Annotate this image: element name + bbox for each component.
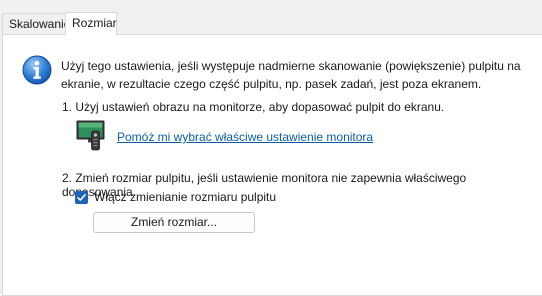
enable-resize-checkbox[interactable] [75,190,88,204]
resize-button[interactable]: Zmień rozmiar... [93,212,255,233]
intro-line-1: Użyj tego ustawienia, jeśli występuje na… [61,59,521,73]
tab-rozmiar[interactable]: Rozmiar [65,12,117,35]
intro-line-2: ekranie, w rezultacie czego część pulpit… [61,77,482,91]
info-icon [22,55,52,85]
tab-strip: Skalowanie Rozmiar [0,0,542,36]
tab-skalowanie[interactable]: Skalowanie [2,13,70,34]
enable-resize-label: Włącz zmienianie rozmiaru pulpitu [94,190,277,204]
checkmark-icon [77,193,86,201]
step1-text: 1. Użyj ustawień obrazu na monitorze, ab… [62,100,445,114]
intro-text: Użyj tego ustawienia, jeśli występuje na… [61,57,521,93]
monitor-settings-help-link[interactable]: Pomóż mi wybrać właściwe ustawienie moni… [117,130,373,144]
enable-resize-checkbox-row[interactable]: Włącz zmienianie rozmiaru pulpitu [75,190,276,204]
monitor-remote-icon [76,120,105,151]
